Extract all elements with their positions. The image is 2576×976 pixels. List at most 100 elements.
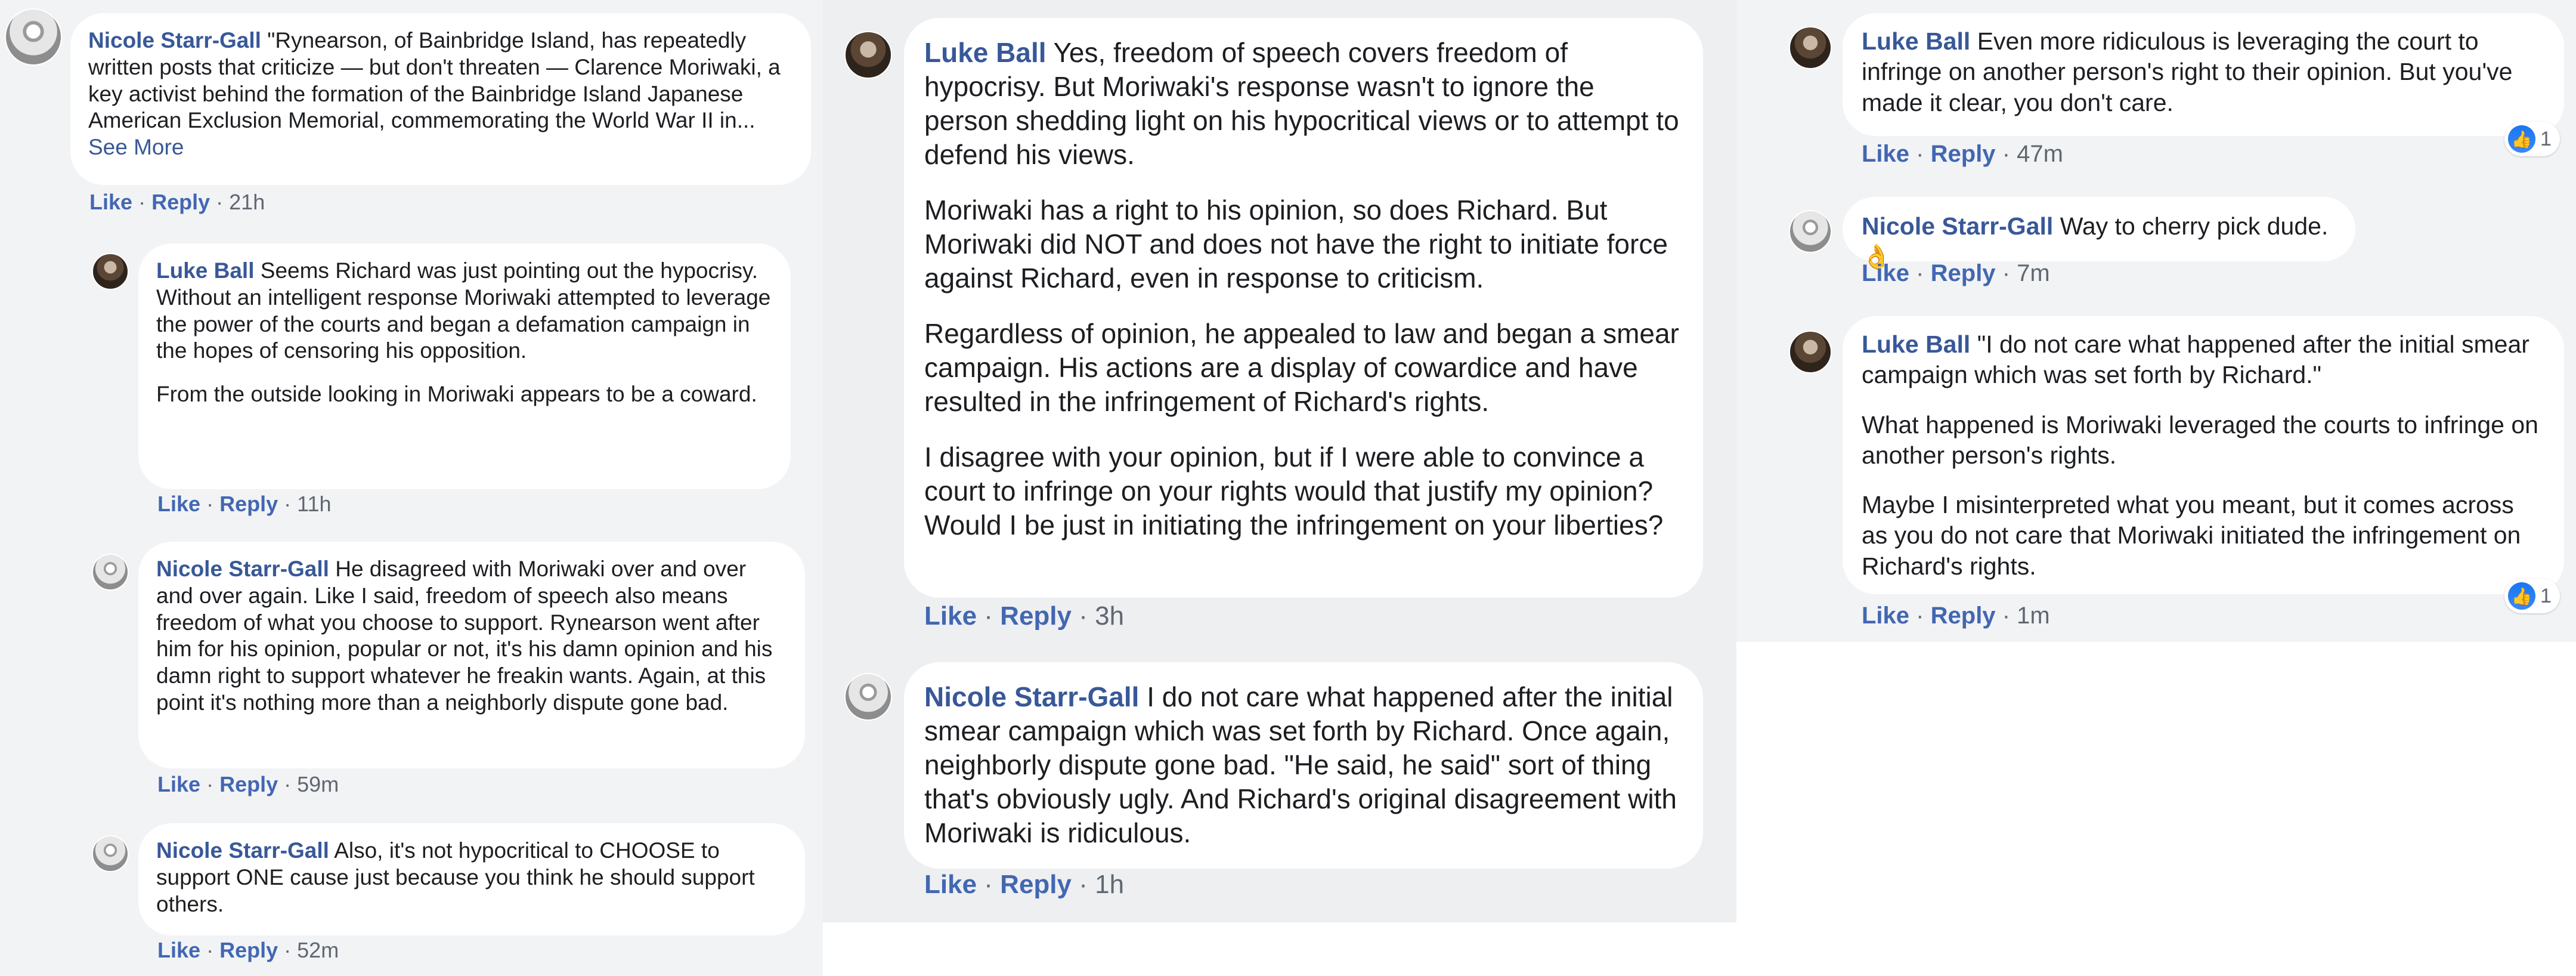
like-link[interactable]: Like	[1862, 603, 1909, 629]
separator: ·	[206, 772, 214, 796]
timestamp[interactable]: 47m	[2017, 141, 2063, 167]
separator: ·	[2002, 141, 2011, 167]
separator: ·	[2002, 603, 2011, 629]
comment-text: What happened is Moriwaki leveraged the …	[1862, 410, 2538, 469]
reply-link[interactable]: Reply	[1931, 141, 1996, 167]
timestamp[interactable]: 1m	[2017, 603, 2050, 629]
see-more-link[interactable]: See More	[88, 135, 184, 159]
comment-author[interactable]: Nicole Starr-Gall	[924, 681, 1139, 712]
avatar[interactable]	[844, 673, 892, 721]
comment: Nicole Starr-Gall I do not care what hap…	[823, 656, 1736, 922]
thumbs-up-icon: 👍	[2508, 125, 2535, 153]
comment-actions: Like · Reply · 7m	[1862, 260, 2050, 287]
comment-text: From the outside looking in Moriwaki app…	[156, 382, 757, 407]
separator: ·	[1916, 260, 1924, 286]
comment: Nicole Starr-Gall Way to cherry pick dud…	[1736, 190, 2576, 309]
like-link[interactable]: Like	[157, 938, 200, 962]
comment: Luke Ball "I do not care what happened a…	[1736, 316, 2576, 642]
reply-link[interactable]: Reply	[219, 938, 278, 962]
comment-text: Way to cherry pick dude.	[2060, 212, 2329, 240]
separator: ·	[284, 938, 292, 962]
reply-link[interactable]: Reply	[219, 492, 278, 516]
thumbs-up-icon: 👍	[2508, 582, 2535, 610]
timestamp[interactable]: 1h	[1095, 870, 1124, 899]
separator: ·	[284, 492, 292, 516]
timestamp[interactable]: 52m	[297, 938, 339, 962]
reply-link[interactable]: Reply	[1931, 260, 1996, 286]
separator: ·	[1916, 603, 1924, 629]
reply-link[interactable]: Reply	[1000, 870, 1072, 899]
comment-text: Regardless of opinion, he appealed to la…	[924, 318, 1679, 418]
comment-bubble: Luke Ball "I do not care what happened a…	[1843, 316, 2564, 594]
separator: ·	[1079, 601, 1088, 631]
reaction-badge[interactable]: 👍 1	[2504, 579, 2560, 613]
separator: ·	[2002, 260, 2011, 286]
separator: ·	[1916, 141, 1924, 167]
comment-author[interactable]: Luke Ball	[1862, 27, 1970, 55]
timestamp[interactable]: 59m	[297, 772, 339, 796]
avatar[interactable]	[844, 31, 892, 79]
reply-link[interactable]: Reply	[219, 772, 278, 796]
comment-actions: Like · Reply · 3h	[924, 601, 1124, 631]
separator: ·	[984, 870, 993, 899]
avatar[interactable]	[92, 554, 129, 591]
comment-actions: Like · Reply · 21h	[89, 190, 265, 215]
like-link[interactable]: Like	[924, 601, 977, 631]
comment-bubble: Nicole Starr-Gall "Rynearson, of Bainbri…	[70, 13, 811, 185]
like-link[interactable]: Like	[157, 492, 200, 516]
separator: ·	[984, 601, 993, 631]
like-link[interactable]: Like	[157, 772, 200, 796]
comment-actions: Like · Reply · 1h	[924, 870, 1124, 900]
comment-author[interactable]: Nicole Starr-Gall	[1862, 212, 2053, 240]
separator: ·	[206, 492, 214, 516]
comment: Luke Ball Yes, freedom of speech covers …	[823, 0, 1736, 656]
comment: Nicole Starr-Gall Also, it's not hypocri…	[0, 819, 823, 976]
comment-thread-panel-3: Luke Ball Even more ridiculous is levera…	[1736, 0, 2576, 642]
comment-actions: Like · Reply · 52m	[157, 938, 339, 963]
separator: ·	[284, 772, 292, 796]
comment-author[interactable]: Luke Ball	[924, 37, 1046, 68]
avatar[interactable]	[1789, 26, 1832, 69]
like-link[interactable]: Like	[924, 870, 977, 899]
comment-thread-panel-2: Luke Ball Yes, freedom of speech covers …	[823, 0, 1736, 922]
comment-author[interactable]: Luke Ball	[156, 258, 255, 283]
comment: Nicole Starr-Gall "Rynearson, of Bainbri…	[0, 0, 823, 215]
comment-bubble: Nicole Starr-Gall I do not care what hap…	[904, 662, 1703, 869]
avatar[interactable]	[1789, 331, 1832, 373]
like-link[interactable]: Like	[1862, 141, 1909, 167]
comment-author[interactable]: Nicole Starr-Gall	[156, 557, 329, 581]
separator: ·	[138, 190, 146, 214]
comment: Nicole Starr-Gall He disagreed with Mori…	[0, 537, 823, 805]
reaction-count: 1	[2540, 127, 2552, 150]
avatar[interactable]	[92, 835, 129, 872]
avatar[interactable]	[92, 253, 129, 290]
like-link[interactable]: Like	[1862, 260, 1909, 286]
comment-author[interactable]: Luke Ball	[1862, 331, 1970, 358]
reaction-badge[interactable]: 👍 1	[2504, 122, 2560, 156]
avatar[interactable]	[5, 8, 62, 66]
comment: Luke Ball Seems Richard was just pointin…	[0, 239, 823, 525]
comment-bubble: Nicole Starr-Gall Also, it's not hypocri…	[138, 823, 805, 935]
comment-bubble: Luke Ball Seems Richard was just pointin…	[138, 243, 791, 489]
comment-bubble: Nicole Starr-Gall Way to cherry pick dud…	[1843, 197, 2355, 270]
comment: Luke Ball Even more ridiculous is levera…	[1736, 0, 2576, 179]
comment-actions: Like · Reply · 59m	[157, 772, 339, 797]
comment-bubble: Nicole Starr-Gall He disagreed with Mori…	[138, 542, 805, 768]
comment-text: I disagree with your opinion, but if I w…	[924, 441, 1664, 541]
like-link[interactable]: Like	[89, 190, 132, 214]
comment-actions: Like · Reply · 1m	[1862, 603, 2050, 629]
timestamp[interactable]: 3h	[1095, 601, 1124, 631]
reply-link[interactable]: Reply	[1931, 603, 1996, 629]
comment-text: Maybe I misinterpreted what you meant, b…	[1862, 491, 2521, 580]
timestamp[interactable]: 21h	[229, 190, 265, 214]
avatar[interactable]	[1789, 210, 1832, 253]
separator: ·	[1079, 870, 1088, 899]
separator: ·	[216, 190, 224, 214]
comment-author[interactable]: Nicole Starr-Gall	[156, 838, 329, 863]
timestamp[interactable]: 11h	[297, 492, 331, 516]
timestamp[interactable]: 7m	[2017, 260, 2050, 286]
comment-author[interactable]: Nicole Starr-Gall	[88, 28, 261, 52]
reply-link[interactable]: Reply	[151, 190, 210, 214]
reply-link[interactable]: Reply	[1000, 601, 1072, 631]
comment-actions: Like · Reply · 11h	[157, 492, 332, 517]
